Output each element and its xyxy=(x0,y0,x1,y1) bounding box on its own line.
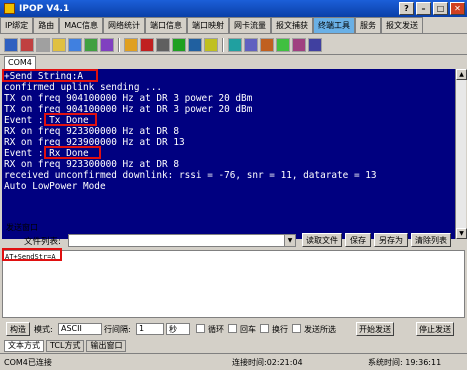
tab-service[interactable]: 服务 xyxy=(355,17,382,33)
system-time: 系统时间: 19:36:11 xyxy=(368,358,442,367)
terminal-line: TX on freq 904100000 Hz at DR 3 power 20… xyxy=(4,93,253,104)
send-controls-row: 构造 模式: ASCII 行间隔: 1 秒 循环 回车 换行 发送所选 开始发送… xyxy=(4,322,464,336)
connection-status: COM4已连接 xyxy=(4,358,52,367)
interval-input[interactable]: 1 xyxy=(136,323,164,335)
terminal-line: confirmed uplink sending ... xyxy=(4,82,163,93)
connect-time: 连接时间:02:21:04 xyxy=(232,358,303,367)
info-icon[interactable] xyxy=(308,37,322,52)
title-bar: IPOP V4.1 ? – □ ✕ xyxy=(0,0,467,17)
tab-port-info[interactable]: 端口信息 xyxy=(145,17,188,33)
close-button[interactable]: ✕ xyxy=(450,2,465,15)
terminal-scrollbar[interactable]: ▲ ▼ xyxy=(455,69,467,239)
record-icon[interactable] xyxy=(140,37,154,52)
tab-mac-info[interactable]: MAC信息 xyxy=(59,17,104,33)
network-icon[interactable] xyxy=(244,37,258,52)
connect-icon[interactable] xyxy=(4,37,18,52)
tab-port-map[interactable]: 端口映射 xyxy=(187,17,230,33)
maximize-button[interactable]: □ xyxy=(433,2,448,15)
keyboard-icon[interactable] xyxy=(156,37,170,52)
loop-label: 循环 xyxy=(208,325,224,334)
terminal-line: Auto LowPower Mode xyxy=(4,181,106,192)
delete-icon[interactable] xyxy=(36,37,50,52)
minimize-button[interactable]: – xyxy=(416,2,431,15)
bottom-tabs: 文本方式 TCL方式 输出窗口 xyxy=(0,340,467,352)
highlight-send-string xyxy=(2,69,98,82)
search-icon[interactable] xyxy=(188,37,202,52)
loop-checkbox[interactable] xyxy=(196,324,205,333)
cr-label: 回车 xyxy=(240,325,256,334)
tab-tcl-mode[interactable]: TCL方式 xyxy=(46,340,85,352)
save-button[interactable]: 保存 xyxy=(345,233,371,247)
lf-label: 换行 xyxy=(272,325,288,334)
lf-checkbox[interactable] xyxy=(260,324,269,333)
chevron-down-icon[interactable]: ▼ xyxy=(284,235,295,246)
tab-output-window[interactable]: 输出窗口 xyxy=(86,340,127,352)
clear-list-button[interactable]: 清除列表 xyxy=(411,233,451,247)
interval-unit: 秒 xyxy=(169,325,177,334)
scroll-up-icon[interactable]: ▲ xyxy=(456,69,467,80)
open-icon[interactable] xyxy=(52,37,66,52)
construct-button[interactable]: 构造 xyxy=(6,322,30,336)
save-as-button[interactable]: 另存为 xyxy=(374,233,408,247)
port-tab-row: COM4 xyxy=(0,56,467,69)
help-button[interactable]: ? xyxy=(399,2,414,15)
filter-icon[interactable] xyxy=(260,37,274,52)
tab-net-stats[interactable]: 网络统计 xyxy=(103,17,146,33)
main-tabs: IP绑定 路由 MAC信息 网络统计 端口信息 端口映射 网卡流量 报文捕获 终… xyxy=(0,17,467,34)
interval-unit-select[interactable]: 秒 xyxy=(166,323,190,335)
highlight-rx-done xyxy=(44,146,101,159)
tab-text-mode[interactable]: 文本方式 xyxy=(4,340,44,352)
interval-value: 1 xyxy=(139,324,145,333)
window-title: IPOP V4.1 xyxy=(19,3,70,14)
mode-value: ASCII xyxy=(61,324,82,333)
highlight-send-command xyxy=(2,248,62,261)
refresh-icon[interactable] xyxy=(276,37,290,52)
toolbar-separator xyxy=(118,37,120,52)
tools-icon[interactable] xyxy=(292,37,306,52)
cr-checkbox[interactable] xyxy=(228,324,237,333)
send-text-input[interactable]: AT+SendStr=A xyxy=(2,250,465,318)
disconnect-icon[interactable] xyxy=(20,37,34,52)
toolbar-separator xyxy=(222,37,224,52)
terminal-line: received unconfirmed downlink: rssi = -7… xyxy=(4,170,377,181)
gear-icon[interactable] xyxy=(204,37,218,52)
send-window-header: 发送窗口 xyxy=(2,222,465,232)
terminal-icon[interactable] xyxy=(228,37,242,52)
read-file-button[interactable]: 读取文件 xyxy=(302,233,342,247)
terminal-line: RX on freq 923300000 Hz at DR 8 xyxy=(4,159,179,170)
interval-label: 行间隔: xyxy=(104,325,131,334)
save-icon[interactable] xyxy=(68,37,82,52)
tab-terminal-tools[interactable]: 终端工具 xyxy=(313,17,356,33)
terminal-line: RX on freq 923300000 Hz at DR 8 xyxy=(4,126,179,137)
script-icon[interactable] xyxy=(172,37,186,52)
tab-nic-traffic[interactable]: 网卡流量 xyxy=(229,17,272,33)
app-icon xyxy=(4,3,15,14)
copy-icon[interactable] xyxy=(84,37,98,52)
file-list-dropdown[interactable]: ▼ xyxy=(68,234,296,247)
tab-ip-bind[interactable]: IP绑定 xyxy=(0,17,34,33)
settings-icon[interactable] xyxy=(100,37,114,52)
stop-send-button[interactable]: 停止发送 xyxy=(416,322,454,336)
status-bar: COM4已连接 连接时间:02:21:04 系统时间: 19:36:11 xyxy=(0,353,467,370)
send-selected-checkbox[interactable] xyxy=(292,324,301,333)
send-selected-label: 发送所选 xyxy=(304,325,336,334)
start-send-button[interactable]: 开始发送 xyxy=(356,322,394,336)
mode-select[interactable]: ASCII xyxy=(58,323,102,335)
mode-label: 模式: xyxy=(34,325,53,334)
tab-packet-send[interactable]: 报文发送 xyxy=(381,17,424,33)
send-window-legend: 发送窗口 xyxy=(6,223,38,232)
file-list-label: 文件列表: xyxy=(24,237,61,247)
toolbar xyxy=(0,35,467,55)
tab-com4[interactable]: COM4 xyxy=(4,56,36,69)
highlight-icon[interactable] xyxy=(124,37,138,52)
tab-route[interactable]: 路由 xyxy=(33,17,60,33)
highlight-tx-done xyxy=(44,113,97,126)
tab-packet-capture[interactable]: 报文捕获 xyxy=(271,17,314,33)
